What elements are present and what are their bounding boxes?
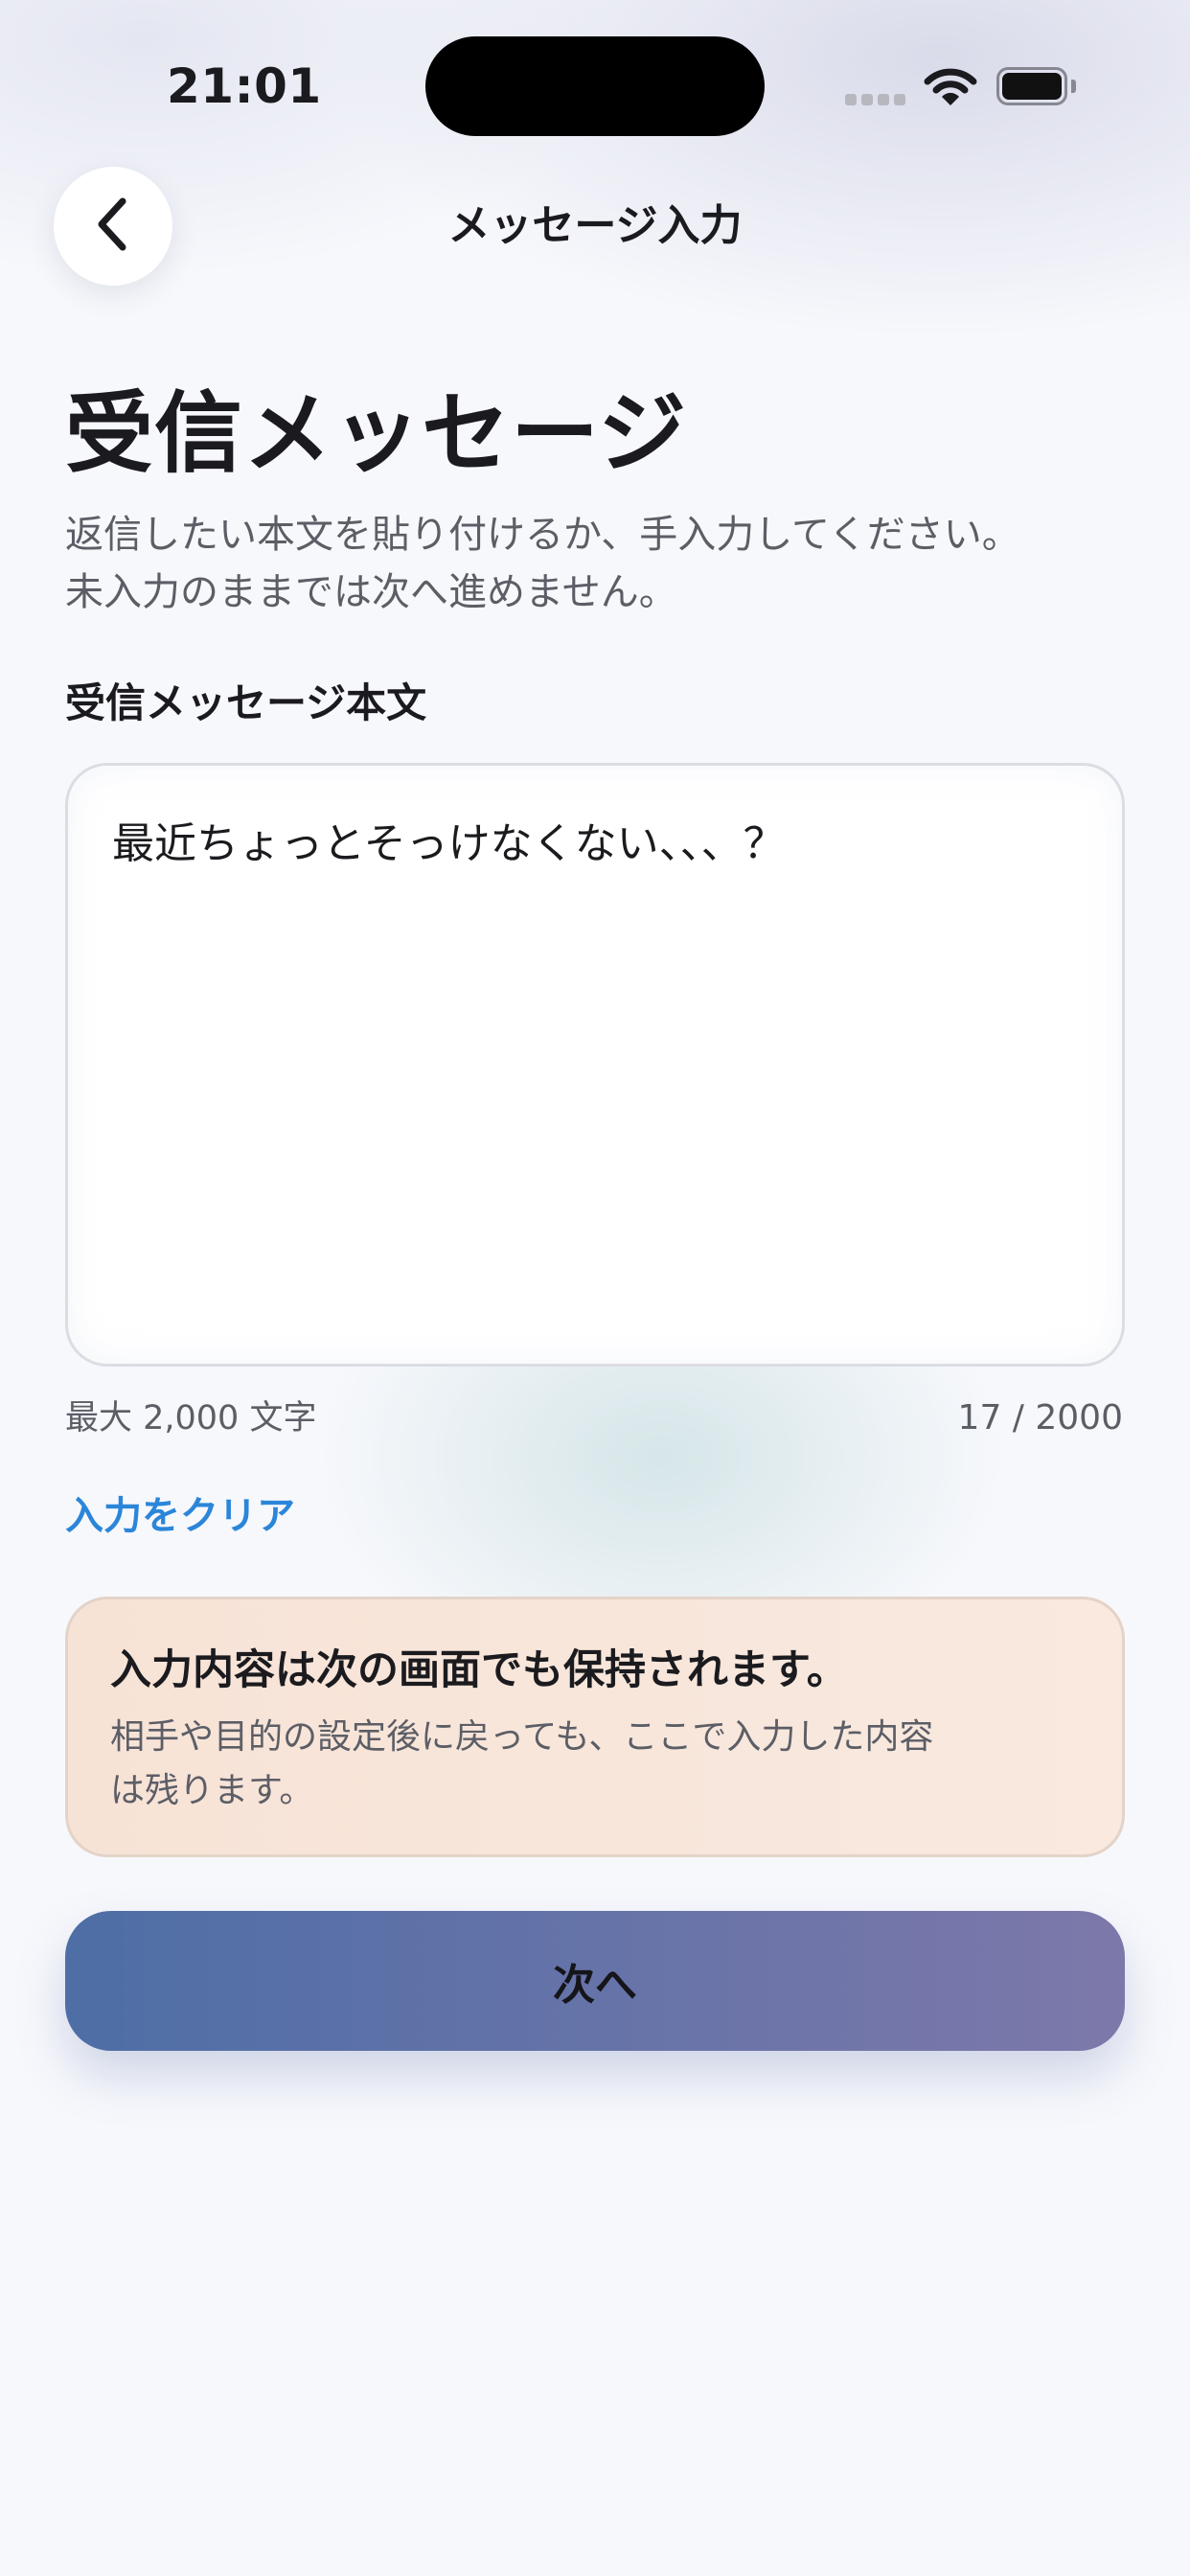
info-card-title: 入力内容は次の画面でも保持されます。 [110, 1646, 848, 1694]
info-card: 入力内容は次の画面でも保持されます。 相手や目的の設定後に戻っても、ここで入力し… [65, 1597, 1125, 1857]
status-time: 21:01 [167, 58, 322, 114]
next-button-label: 次へ [553, 1961, 637, 2010]
info-card-line: 相手や目的の設定後に戻っても、ここで入力した内容 [110, 1717, 934, 1757]
cellular-signal-icon [845, 94, 905, 105]
wifi-icon [924, 67, 977, 107]
page-description: 返信したい本文を貼り付けるか、手入力してください。 未入力のままでは次へ進めませ… [65, 506, 1148, 621]
info-card-body: 相手や目的の設定後に戻っても、ここで入力した内容 は残ります。 [110, 1711, 1030, 1818]
message-text-value[interactable]: 最近ちょっとそっけなくない、、、？ [112, 816, 786, 873]
message-field-label: 受信メッセージ本文 [65, 679, 427, 726]
character-counter: 17 / 2000 [957, 1398, 1123, 1438]
message-textarea[interactable]: 最近ちょっとそっけなくない、、、？ [65, 763, 1125, 1367]
max-length-hint: 最大 2,000 文字 [65, 1399, 317, 1438]
dynamic-island [425, 36, 765, 136]
next-button[interactable]: 次へ [65, 1911, 1125, 2051]
nav-title: メッセージ入力 [447, 201, 743, 250]
page-title: 受信メッセージ [65, 382, 688, 485]
clear-input-button[interactable]: 入力をクリア [65, 1487, 295, 1545]
description-line: 返信したい本文を貼り付けるか、手入力してください。 [65, 513, 1020, 557]
description-line: 未入力のままでは次へ進めません。 [65, 570, 677, 614]
info-card-line: は残ります。 [110, 1771, 314, 1810]
battery-icon [996, 67, 1079, 105]
